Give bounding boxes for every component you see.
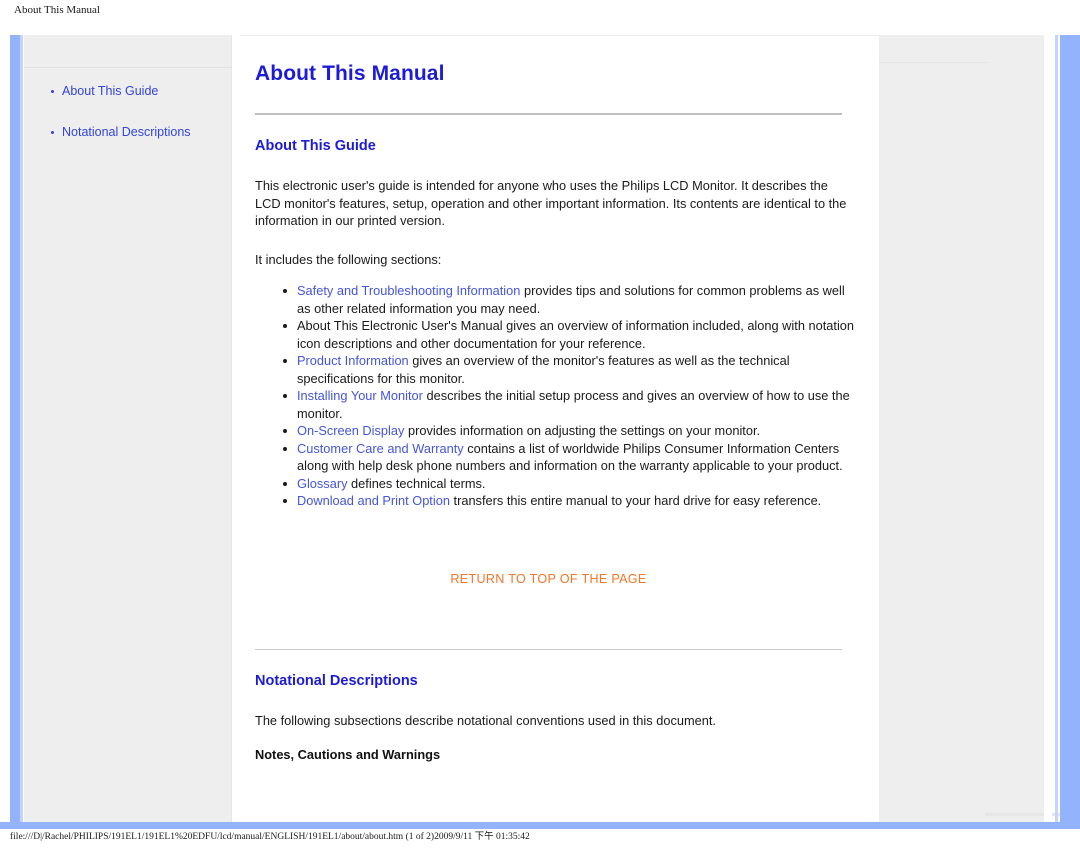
bullet-icon [283,481,287,486]
print-footer: file:///D|/Rachel/PHILIPS/191EL1/191EL1%… [0,829,1080,848]
bullet-icon [283,394,287,398]
link-product-information[interactable]: Product Information [297,353,409,368]
bullet-icon [283,289,287,293]
bullet-icon [51,131,54,134]
footer-file-path: file:///D|/Rachel/PHILIPS/191EL1/191EL1%… [10,832,530,842]
print-header: About This Manual [0,0,1080,26]
list-item: On-Screen Display provides information o… [283,422,857,440]
list-item-text: About This Electronic User's Manual give… [297,318,855,351]
main-content: About This Manual About This Guide This … [240,35,879,822]
left-blue-rail-highlight [20,35,23,822]
bullet-icon [51,90,54,93]
bullet-icon [283,446,287,451]
sections-list: Safety and Troubleshooting Information p… [255,282,857,510]
right-gutter-edge [1044,35,1052,822]
right-gutter [879,35,1044,822]
link-safety-and-troubleshooting[interactable]: Safety and Troubleshooting Information [297,283,520,298]
bottom-blue-rail [0,822,1080,829]
section-heading-about-this-guide: About This Guide [255,138,376,154]
sidebar-item-label: Notational Descriptions [62,125,191,139]
link-download-and-print-option[interactable]: Download and Print Option [297,493,450,508]
list-item-text: transfers this entire manual to your har… [449,493,822,508]
sidebar-item-notational-descriptions[interactable]: Notational Descriptions [24,124,232,140]
list-item: Download and Print Option transfers this… [283,492,857,510]
left-blue-rail [10,35,20,822]
section-heading-notational-descriptions: Notational Descriptions [255,672,418,689]
link-installing-your-monitor[interactable]: Installing Your Monitor [297,388,423,403]
about-paragraph-2: It includes the following sections: [255,251,442,267]
about-paragraph-1: This electronic user's guide is intended… [255,178,847,228]
list-item: About This Electronic User's Manual give… [283,317,857,352]
print-header-title: About This Manual [14,4,100,16]
notational-paragraph-1: The following subsections describe notat… [255,712,716,728]
sidebar-nav: About This Guide Notational Descriptions [24,83,232,165]
right-blue-rail-highlight [1055,35,1058,822]
list-item: Glossary defines technical terms. [283,475,857,493]
right-gutter-divider [879,62,990,63]
list-item: Safety and Troubleshooting Information p… [283,282,857,317]
bullet-icon [283,499,287,503]
list-item-text: provides information on adjusting the se… [404,423,761,438]
list-item: Customer Care and Warranty contains a li… [283,440,857,475]
list-item-text: defines technical terms. [347,475,486,491]
right-blue-rail [1060,35,1080,822]
sidebar: About This Guide Notational Descriptions [24,35,232,822]
list-item: Product Information gives an overview of… [283,352,857,387]
page-title: About This Manual [255,62,445,85]
sidebar-divider [24,67,232,68]
bullet-icon [283,359,287,363]
subsection-heading-notes-cautions-warnings: Notes, Cautions and Warnings [255,747,441,762]
bullet-icon [283,324,287,328]
link-customer-care-and-warranty[interactable]: Customer Care and Warranty [297,441,464,456]
list-item: Installing Your Monitor describes the in… [283,387,857,422]
document-frame: About This Guide Notational Descriptions… [0,26,1080,829]
link-on-screen-display[interactable]: On-Screen Display [297,423,404,438]
return-to-top-link[interactable]: RETURN TO TOP OF THE PAGE [255,510,842,586]
sidebar-item-label: About This Guide [62,84,159,98]
sidebar-item-about-this-guide[interactable]: About This Guide [24,83,232,99]
bullet-icon [283,429,287,433]
link-glossary[interactable]: Glossary [297,476,348,491]
content-inner: About This Manual About This Guide This … [255,35,857,763]
